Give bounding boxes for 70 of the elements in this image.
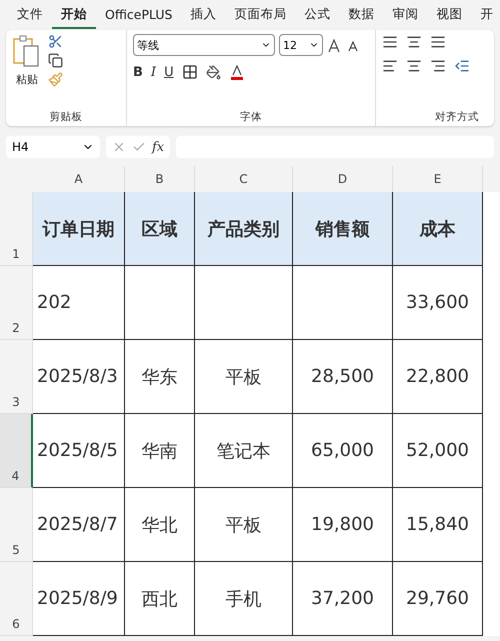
table-cell: 华北 [125, 488, 195, 562]
ribbon-tab[interactable]: OfficePLUS [96, 2, 182, 28]
borders-icon[interactable] [182, 64, 198, 80]
copy-icon[interactable] [48, 53, 63, 68]
table-cell: 15,840 [393, 488, 483, 562]
italic-button[interactable]: I [150, 64, 156, 80]
table-cell: 西北 [125, 562, 195, 636]
ribbon-tab[interactable]: 页面布局 [225, 2, 296, 28]
table-cell: 65,000 [293, 414, 393, 488]
cut-icon[interactable] [48, 34, 63, 49]
ribbon-tab[interactable]: 公式 [295, 2, 340, 28]
table-cell: 2025/8/7 [33, 488, 125, 562]
align-bottom-icon[interactable] [430, 34, 446, 50]
bold-button[interactable]: B [133, 64, 143, 80]
row-header[interactable]: 4 [0, 414, 33, 488]
ribbon-tab[interactable]: 开 [471, 2, 500, 28]
table-cell: 平板 [195, 488, 293, 562]
ribbon-tab[interactable]: 视图 [427, 2, 472, 28]
table-cell: 22,800 [393, 340, 483, 414]
align-top-icon[interactable] [382, 34, 398, 50]
ribbon-tab[interactable]: 文件 [8, 2, 52, 28]
font-size-field[interactable]: 12 [279, 34, 323, 56]
table-cell: 52,000 [393, 414, 483, 488]
row-header[interactable]: 3 [0, 340, 33, 414]
table-cell: 33,600 [393, 266, 483, 340]
column-header[interactable]: E [393, 166, 483, 192]
row-header[interactable]: 2 [0, 266, 33, 340]
column-header[interactable]: A [33, 166, 125, 192]
table-cell: 29,760 [393, 562, 483, 636]
table-cell: 2025/8/5 [33, 414, 125, 488]
align-right-icon[interactable] [430, 58, 446, 74]
group-label: 字体 [239, 110, 263, 124]
table-cell: 华东 [125, 340, 195, 414]
header-cell: 订单日期 [33, 192, 125, 266]
header-cell: 成本 [393, 192, 483, 266]
row-header[interactable]: 5 [0, 488, 33, 562]
group-label: 剪贴板 [48, 110, 84, 124]
table-cell: 平板 [195, 340, 293, 414]
align-left-icon[interactable] [382, 58, 398, 74]
table-cell: 19,800 [293, 488, 393, 562]
table-cell: 202 [33, 266, 125, 340]
table-cell: 28,500 [293, 340, 393, 414]
table-cell: 37,200 [293, 562, 393, 636]
header-cell: 区域 [125, 192, 195, 266]
decrease-indent-icon[interactable] [454, 58, 470, 74]
group-label: 对齐方式 [434, 110, 480, 124]
name-box[interactable]: H4 [6, 136, 100, 158]
table-cell: 华南 [125, 414, 195, 488]
fill-color-icon[interactable] [206, 64, 221, 80]
ribbon-tab[interactable]: 插入 [181, 2, 226, 28]
table-cell: 笔记本 [195, 414, 293, 488]
table-cell: 手机 [195, 562, 293, 636]
font-color-icon[interactable] [228, 64, 245, 80]
column-header[interactable]: B [125, 166, 195, 192]
paste-button[interactable]: 粘贴 [16, 72, 38, 87]
align-center-icon[interactable] [406, 58, 422, 74]
underline-button[interactable]: U [164, 64, 174, 80]
insert-function-button[interactable]: fx [152, 140, 164, 154]
header-cell: 产品类别 [195, 192, 293, 266]
table-cell: 2025/8/3 [33, 340, 125, 414]
column-header[interactable]: C [195, 166, 293, 192]
align-middle-icon[interactable] [406, 34, 422, 50]
table-cell: 2025/8/9 [33, 562, 125, 636]
header-cell: 销售额 [293, 192, 393, 266]
column-header[interactable]: D [293, 166, 393, 192]
row-header[interactable]: 1 [0, 192, 33, 266]
font-name-field[interactable]: 等线 [133, 34, 275, 56]
ribbon-tab[interactable]: 审阅 [383, 2, 428, 28]
ribbon-tab[interactable]: 数据 [339, 2, 384, 28]
row-header[interactable]: 6 [0, 562, 33, 636]
